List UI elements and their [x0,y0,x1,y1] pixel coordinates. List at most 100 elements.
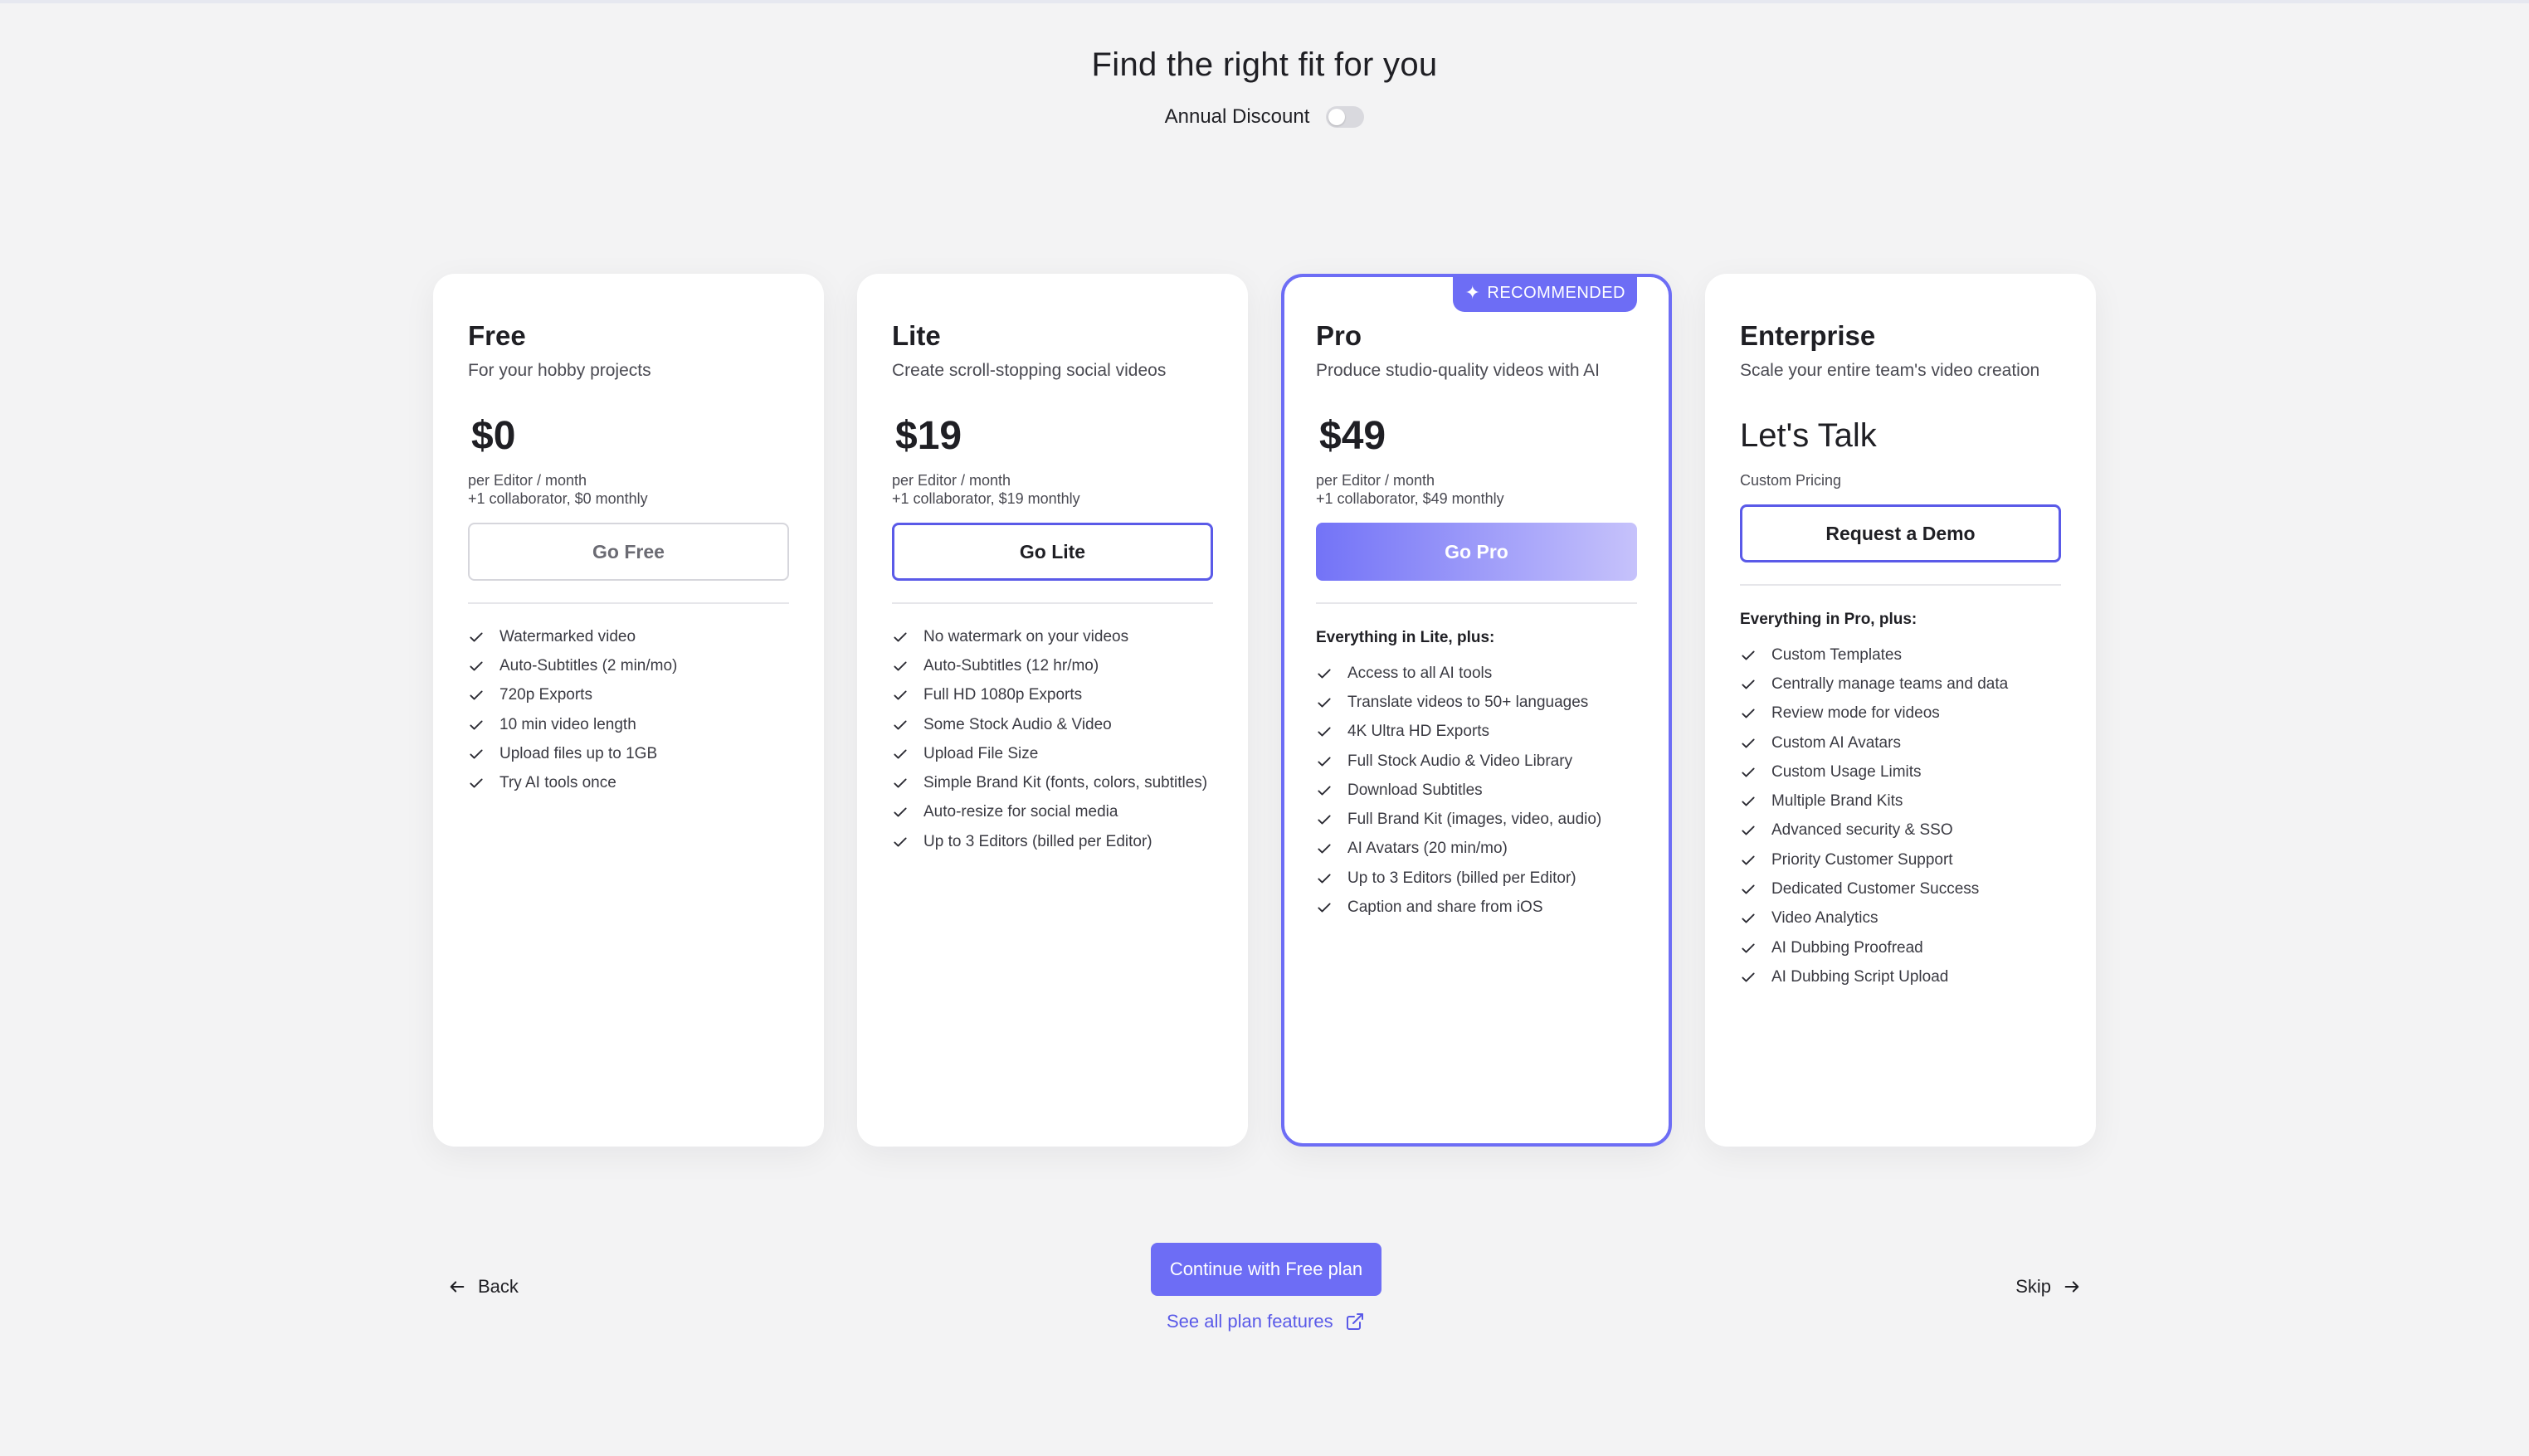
feature-text: Some Stock Audio & Video [923,715,1112,733]
plan-card-enterprise: Enterprise Scale your entire team's vide… [1705,274,2096,1147]
check-icon [1740,910,1757,927]
feature-list: No watermark on your videos Auto-Subtitle… [892,622,1213,856]
check-icon [892,658,909,674]
feature-text: Full Stock Audio & Video Library [1347,752,1573,770]
see-all-features-link[interactable]: See all plan features [1167,1311,1365,1332]
feature-item: Full Brand Kit (images, video, audio) [1316,805,1637,834]
feature-item: 10 min video length [468,710,789,739]
feature-text: Up to 3 Editors (billed per Editor) [923,832,1152,850]
custom-pricing: Custom Pricing [1740,472,1842,489]
feature-text: Multiple Brand Kits [1771,792,1903,811]
features-heading: Everything in Lite, plus: [1316,629,1495,646]
check-icon [1740,969,1757,986]
external-link-icon [1345,1312,1365,1332]
feature-text: 720p Exports [499,686,592,704]
feature-text: Advanced security & SSO [1771,821,1953,840]
feature-item: Upload files up to 1GB [468,739,789,768]
check-icon [1316,723,1333,740]
feature-item: Simple Brand Kit (fonts, colors, subtitl… [892,768,1213,797]
check-icon [1316,870,1333,887]
feature-text: Custom Templates [1771,645,1902,664]
plan-card-lite: Lite Create scroll-stopping social video… [857,274,1248,1147]
price-collaborator: +1 collaborator, $0 monthly [468,490,648,507]
page-title: Find the right fit for you [1091,46,1438,83]
feature-text: Priority Customer Support [1771,850,1953,869]
features-heading: Everything in Pro, plus: [1740,611,1917,628]
go-pro-button[interactable]: Go Pro [1316,523,1637,581]
request-demo-button[interactable]: Request a Demo [1740,504,2061,562]
back-button[interactable]: Back [448,1276,519,1298]
feature-item: Watermarked video [468,622,789,651]
price-unit: per Editor / month [1316,472,1435,489]
plan-price-details: Custom Pricing [1740,471,2061,489]
feature-item: 720p Exports [468,681,789,710]
feature-text: Watermarked video [499,627,636,645]
feature-item: Custom AI Avatars [1740,728,2061,757]
divider [892,602,1213,604]
continue-button[interactable]: Continue with Free plan [1151,1243,1381,1296]
feature-text: Auto-Subtitles (2 min/mo) [499,656,678,674]
plan-price-details: per Editor / month +1 collaborator, $19 … [892,471,1213,508]
plan-price: Let's Talk [1740,416,1877,454]
check-icon [892,804,909,821]
check-icon [468,717,485,733]
feature-text: Try AI tools once [499,774,616,792]
plan-description: Create scroll-stopping social videos [892,361,1167,380]
feature-item: Custom Templates [1740,640,2061,670]
feature-item: No watermark on your videos [892,622,1213,651]
feature-text: Full HD 1080p Exports [923,686,1083,704]
back-label: Back [478,1276,519,1297]
feature-text: Custom AI Avatars [1771,733,1901,752]
go-lite-button[interactable]: Go Lite [892,523,1213,581]
feature-item: 4K Ultra HD Exports [1316,718,1637,747]
go-free-button[interactable]: Go Free [468,523,789,581]
feature-item: Full HD 1080p Exports [892,681,1213,710]
feature-item: Full Stock Audio & Video Library [1316,747,1637,776]
feature-item: Up to 3 Editors (billed per Editor) [1316,864,1637,893]
skip-button[interactable]: Skip [2015,1276,2081,1298]
feature-item: Dedicated Customer Success [1740,874,2061,903]
plan-description: Produce studio-quality videos with AI [1316,361,1601,380]
check-icon [1316,694,1333,711]
feature-item: Try AI tools once [468,768,789,797]
feature-item: Review mode for videos [1740,699,2061,728]
plan-name: Pro [1316,320,1362,351]
check-icon [892,687,909,704]
arrow-right-icon [2063,1278,2081,1296]
feature-text: 4K Ultra HD Exports [1347,723,1490,741]
feature-text: Caption and share from iOS [1347,898,1543,917]
sparkle-icon: ✦ [1464,282,1481,303]
divider [468,602,789,604]
feature-item: Access to all AI tools [1316,659,1637,688]
feature-text: Download Subtitles [1347,781,1483,799]
feature-item: Up to 3 Editors (billed per Editor) [892,827,1213,856]
feature-text: Full Brand Kit (images, video, audio) [1347,811,1602,829]
top-border [0,0,2529,3]
feature-item: AI Dubbing Script Upload [1740,962,2061,991]
divider [1740,584,2061,586]
check-icon [892,629,909,645]
plan-price: $49 [1319,413,1386,458]
check-icon [892,717,909,733]
plan-name: Enterprise [1740,320,1876,351]
price-collaborator: +1 collaborator, $49 monthly [1316,490,1504,507]
annual-discount-toggle[interactable] [1326,106,1365,128]
plan-price-details: per Editor / month +1 collaborator, $0 m… [468,471,789,508]
feature-text: Simple Brand Kit (fonts, colors, subtitl… [923,774,1208,792]
plan-price: $19 [895,413,962,458]
price-unit: per Editor / month [892,472,1011,489]
plan-description: Scale your entire team's video creation [1740,361,2040,380]
feature-item: Caption and share from iOS [1316,893,1637,922]
feature-item: Video Analytics [1740,904,2061,933]
plan-description: For your hobby projects [468,361,651,380]
check-icon [892,834,909,850]
check-icon [1740,852,1757,869]
feature-item: Translate videos to 50+ languages [1316,688,1637,717]
page-header: Find the right fit for you Annual Discou… [0,46,2529,129]
feature-text: Custom Usage Limits [1771,762,1922,781]
annual-discount-label: Annual Discount [1164,105,1310,128]
annual-discount-row: Annual Discount [0,105,2529,129]
feature-item: Priority Customer Support [1740,845,2061,874]
plan-card-pro: ✦ RECOMMENDED Pro Produce studio-quality… [1281,274,1672,1147]
feature-item: Download Subtitles [1316,776,1637,805]
